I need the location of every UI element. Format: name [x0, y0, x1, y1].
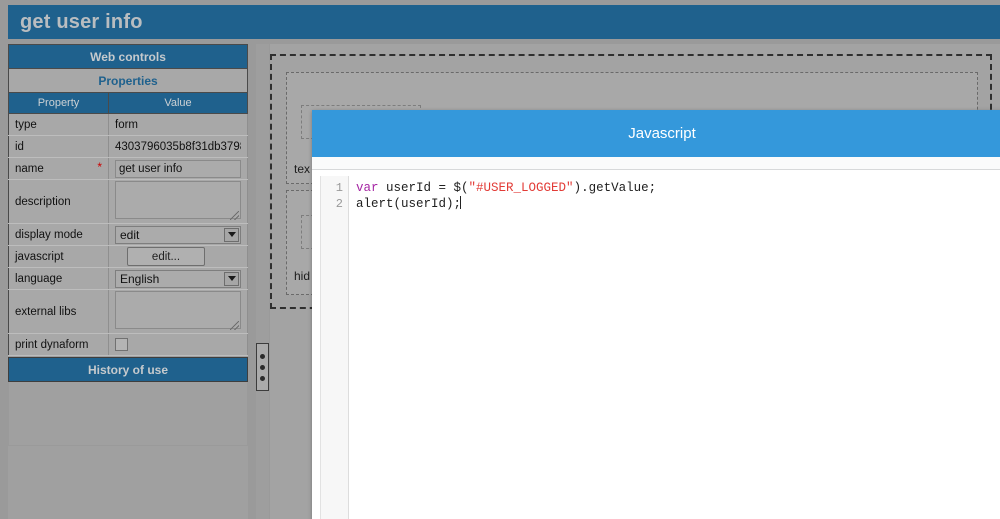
- table-row: id 4303796035b8f31db379894: [8, 135, 248, 158]
- name-input[interactable]: [115, 159, 241, 178]
- properties-table: Property Value type form id 4303796035b8…: [8, 92, 248, 356]
- language-selected-value: English: [120, 271, 160, 286]
- property-label-print-dynaform: print dynaform: [8, 333, 109, 356]
- table-row: print dynaform: [8, 333, 248, 356]
- javascript-modal-header: Javascript: [312, 110, 1000, 157]
- property-value-display-mode: edit: [108, 223, 248, 246]
- history-of-use-label: History of use: [87, 362, 168, 377]
- external-libs-textarea[interactable]: [115, 291, 241, 329]
- panel-splitter-handle[interactable]: [256, 343, 269, 391]
- property-label-language: language: [8, 267, 109, 290]
- code-token-pln: alert(userId);: [356, 197, 462, 211]
- javascript-edit-button[interactable]: edit...: [127, 247, 205, 266]
- field-label-text: tex: [294, 162, 311, 176]
- editor-code-area[interactable]: var userId = $("#USER_LOGGED").getValue;…: [349, 176, 992, 519]
- text-cursor: [460, 196, 462, 209]
- line-number: 1: [335, 181, 343, 195]
- property-label-external-libs: external libs: [8, 289, 109, 334]
- property-label-id: id: [8, 135, 109, 158]
- table-row: javascript edit...: [8, 245, 248, 268]
- property-label-name-text: name: [15, 162, 44, 175]
- external-libs-textarea-wrap: [115, 291, 241, 332]
- property-value-external-libs: [108, 289, 248, 334]
- required-marker-icon: *: [97, 160, 102, 174]
- column-header-value: Value: [108, 92, 248, 114]
- language-select[interactable]: English: [115, 269, 241, 288]
- property-value-type: form: [108, 113, 248, 136]
- print-dynaform-checkbox[interactable]: [115, 338, 128, 351]
- code-line: var userId = $("#USER_LOGGED").getValue;: [356, 180, 992, 196]
- editor-line-number-gutter: 12: [321, 176, 349, 519]
- splitter-dot-3: [260, 375, 265, 381]
- page-title: get user info: [20, 11, 143, 33]
- javascript-modal: Javascript 12 var userId = $("#USER_LOGG…: [312, 110, 1000, 519]
- property-label-description: description: [8, 179, 109, 224]
- tab-properties[interactable]: Properties: [8, 68, 248, 92]
- field-label-hidden: hid: [294, 269, 311, 283]
- display-mode-select[interactable]: edit: [115, 225, 241, 244]
- value-text-type: form: [115, 118, 138, 131]
- property-label-name: name *: [8, 157, 109, 180]
- code-line: alert(userId);: [356, 196, 992, 212]
- property-value-language: English: [108, 267, 248, 290]
- property-label-display-mode: display mode: [8, 223, 109, 246]
- javascript-modal-toolbar-strip: [312, 157, 1000, 170]
- table-row: type form: [8, 113, 248, 136]
- code-token-pln: userId = $(: [386, 181, 469, 195]
- property-value-name: [108, 157, 248, 180]
- value-text-id: 4303796035b8f31db379894: [115, 140, 241, 153]
- splitter-dot-1: [260, 353, 265, 359]
- history-of-use-body: [8, 382, 248, 446]
- resize-grip-icon[interactable]: [230, 321, 239, 330]
- property-label-javascript: javascript: [8, 245, 109, 268]
- display-mode-selected-value: edit: [120, 227, 140, 242]
- property-value-print-dynaform: [108, 333, 248, 356]
- code-token-str: "#USER_LOGGED": [468, 181, 574, 195]
- chevron-down-icon[interactable]: [224, 271, 239, 286]
- javascript-modal-body: 12 var userId = $("#USER_LOGGED").getVal…: [312, 170, 1000, 519]
- tab-web-controls-label: Web controls: [90, 49, 166, 64]
- property-value-description: [108, 179, 248, 224]
- tab-properties-label: Properties: [98, 73, 158, 88]
- table-row: description: [8, 179, 248, 224]
- table-row: display mode edit: [8, 223, 248, 246]
- table-row: name *: [8, 157, 248, 180]
- code-token-kw: var: [356, 181, 387, 195]
- column-header-property: Property: [8, 92, 109, 114]
- code-token-pln: ).getValue;: [573, 181, 657, 195]
- property-value-javascript: edit...: [108, 245, 248, 268]
- history-of-use-header[interactable]: History of use: [8, 357, 248, 382]
- tab-web-controls[interactable]: Web controls: [8, 44, 248, 68]
- window-title-bar: get user info: [8, 5, 1000, 39]
- table-row: language English: [8, 267, 248, 290]
- table-row: external libs: [8, 289, 248, 334]
- property-value-id: 4303796035b8f31db379894: [108, 135, 248, 158]
- description-textarea[interactable]: [115, 181, 241, 219]
- table-header-row: Property Value: [8, 92, 248, 114]
- chevron-down-icon[interactable]: [224, 227, 239, 242]
- left-sidebar: Web controls Properties Property Value t…: [8, 44, 248, 519]
- splitter-dot-2: [260, 364, 265, 370]
- javascript-modal-title: Javascript: [628, 125, 696, 142]
- dynaform-designer-window: get user info tex hid Web controls Prope…: [0, 0, 1000, 519]
- line-number: 2: [335, 197, 343, 211]
- property-label-type: type: [8, 113, 109, 136]
- javascript-code-editor[interactable]: 12 var userId = $("#USER_LOGGED").getVal…: [320, 176, 992, 519]
- resize-grip-icon[interactable]: [230, 211, 239, 220]
- panel-splitter-track: [256, 44, 269, 519]
- description-textarea-wrap: [115, 181, 241, 222]
